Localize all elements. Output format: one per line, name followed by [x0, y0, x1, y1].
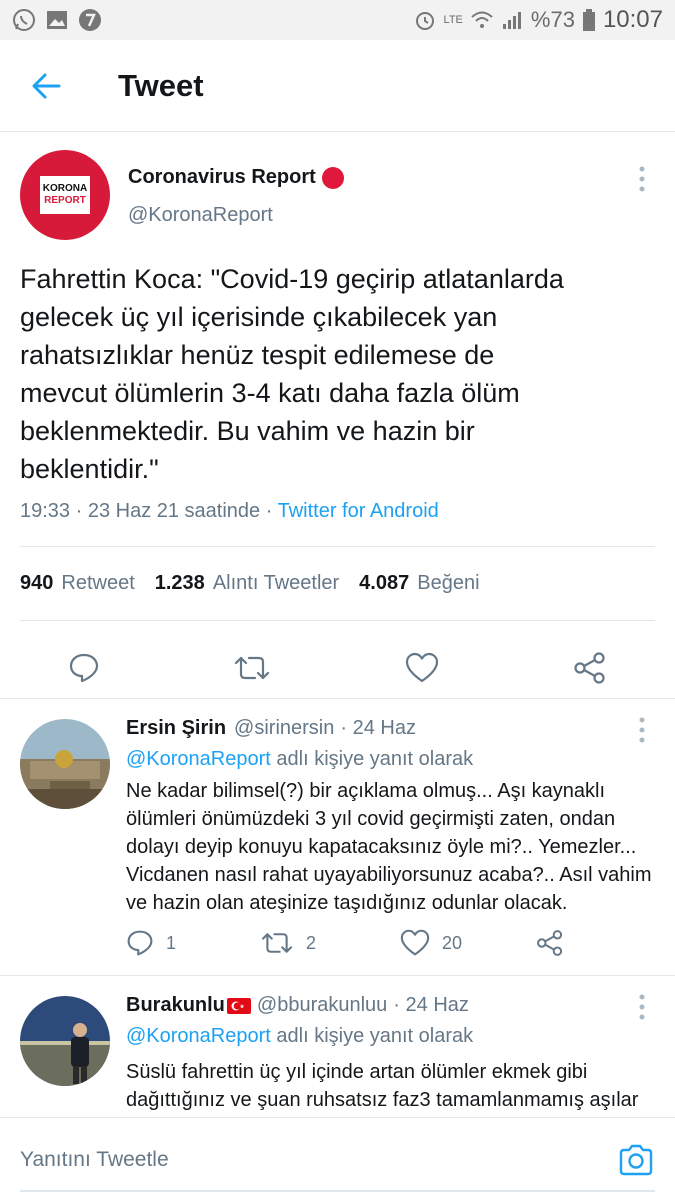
page-title: Tweet — [118, 67, 204, 103]
gallery-icon — [46, 9, 68, 31]
korona-report-logo: KORONA REPORT — [40, 176, 90, 214]
reply-actions: 1 2 20 — [126, 925, 576, 965]
quotes-label: Alıntı Tweetler — [212, 572, 340, 594]
replying-to-suffix: adlı kişiye yanıt olarak — [270, 748, 474, 770]
reply-input[interactable]: Yanıtını Tweetle — [20, 1148, 169, 1172]
top-app-bar: Tweet — [0, 40, 675, 132]
status-bar-left — [12, 8, 102, 32]
reply-mention-link[interactable]: @KoronaReport — [126, 1025, 271, 1047]
heart-icon — [400, 929, 430, 956]
more-vertical-icon — [639, 717, 645, 743]
reply-like-count: 20 — [442, 932, 463, 953]
reply-author-name[interactable]: Ersin Şirin — [126, 717, 226, 740]
reply-reply-count: 1 — [166, 932, 177, 953]
reply-tweet[interactable]: Burakunlu @bburakunluu · 24 Haz @KoronaR… — [0, 976, 675, 1117]
reply-reply-button[interactable]: 1 — [126, 929, 176, 957]
reply-tweet[interactable]: Ersin Şirin @sirinersin · 24 Haz @Korona… — [0, 699, 675, 975]
red-circle-icon — [321, 166, 344, 189]
replying-to: @KoronaReport adlı kişiye yanıt olarak — [126, 1025, 473, 1048]
reply-icon — [127, 930, 153, 956]
tweet-actions — [0, 640, 675, 696]
like-button[interactable] — [402, 648, 442, 688]
retweet-icon — [261, 933, 293, 953]
share-button[interactable] — [570, 648, 610, 688]
reply-text: Ne kadar bilimsel(?) bir açıklama olmuş.… — [126, 780, 652, 914]
reply-header: Ersin Şirin @sirinersin · 24 Haz — [126, 717, 416, 740]
tweet-timestamp: 19:33 · 23 Haz 21 saatinde · — [20, 500, 278, 522]
reply-author-handle[interactable]: @bburakunluu — [257, 994, 387, 1017]
reply-mention-link[interactable]: @KoronaReport — [126, 748, 271, 770]
notification-seven-icon — [78, 8, 102, 32]
volte-icon: LTE — [443, 13, 463, 26]
replying-to-suffix: adlı kişiye yanıt olarak — [270, 1025, 474, 1047]
retweets-count: 940 — [20, 572, 54, 594]
retweet-icon — [234, 656, 270, 680]
reply-header: Burakunlu @bburakunluu · 24 Haz — [126, 994, 469, 1017]
reply-author-name[interactable]: Burakunlu — [126, 994, 225, 1017]
status-bar-right: LTE %73 10:07 — [414, 6, 663, 34]
likes-stat[interactable]: 4.087 Beğeni — [359, 572, 479, 595]
author-name[interactable]: Coronavirus Report — [128, 166, 344, 189]
retweets-label: Retweet — [61, 572, 135, 594]
reply-date: · 24 Haz — [393, 994, 469, 1016]
author-avatar[interactable]: KORONA REPORT — [20, 150, 110, 240]
retweet-button[interactable] — [232, 648, 272, 688]
back-button[interactable] — [16, 56, 76, 116]
avatar-photo — [20, 719, 110, 809]
wifi-icon — [471, 10, 493, 30]
avatar-photo — [20, 996, 110, 1086]
clock: 10:07 — [602, 6, 663, 33]
replying-to: @KoronaReport adlı kişiye yanıt olarak — [126, 748, 473, 771]
reply-avatar[interactable] — [20, 719, 110, 809]
share-icon — [537, 930, 563, 956]
heart-icon — [405, 652, 439, 683]
reply-avatar[interactable] — [20, 996, 110, 1086]
logo-line2: REPORT — [44, 195, 86, 206]
tweet-source-link[interactable]: Twitter for Android — [278, 500, 439, 522]
reply-retweet-count: 2 — [306, 932, 317, 953]
battery-percent: %73 — [530, 7, 575, 32]
tweet-text: Fahrettin Koca: "Covid-19 geçirip atlata… — [20, 264, 564, 484]
reply-button[interactable] — [64, 648, 104, 688]
more-vertical-icon — [639, 994, 645, 1020]
reply-text: Süslü fahrettin üç yıl içinde artan ölüm… — [126, 1061, 639, 1111]
divider — [20, 546, 655, 547]
divider — [20, 620, 655, 621]
reply-icon — [69, 653, 99, 683]
compose-underline — [20, 1190, 655, 1192]
camera-button[interactable] — [612, 1136, 660, 1184]
tweet-stats: 940 Retweet 1.238 Alıntı Tweetler 4.087 … — [20, 572, 480, 595]
logo-line1: KORONA — [42, 183, 88, 194]
reply-date: · 24 Haz — [340, 717, 416, 739]
reply-like-button[interactable]: 20 — [400, 929, 462, 957]
camera-icon — [619, 1144, 653, 1176]
turkey-flag-icon — [226, 997, 251, 1014]
reply-compose-bar: Yanıtını Tweetle — [0, 1117, 675, 1200]
more-vertical-icon — [639, 166, 645, 192]
reply-author-handle[interactable]: @sirinersin — [234, 717, 334, 740]
reply-retweet-button[interactable]: 2 — [260, 929, 316, 957]
whatsapp-icon — [12, 8, 36, 32]
more-options-button[interactable] — [628, 164, 656, 194]
status-bar: LTE %73 10:07 — [0, 0, 675, 40]
signal-icon — [501, 10, 523, 30]
quotes-stat[interactable]: 1.238 Alıntı Tweetler — [155, 572, 339, 595]
tweet-meta: 19:33 · 23 Haz 21 saatinde · Twitter for… — [20, 500, 439, 523]
share-icon — [574, 652, 605, 684]
author-name-text: Coronavirus Report — [128, 166, 316, 188]
network-label: LTE — [443, 13, 463, 26]
reply-share-button[interactable] — [536, 929, 564, 957]
reply-more-button[interactable] — [628, 715, 656, 745]
reply-more-button[interactable] — [628, 992, 656, 1022]
back-arrow-icon — [32, 73, 61, 98]
likes-label: Beğeni — [417, 572, 480, 594]
battery-icon — [582, 9, 595, 31]
author-handle[interactable]: @KoronaReport — [128, 204, 273, 227]
retweets-stat[interactable]: 940 Retweet — [20, 572, 135, 595]
likes-count: 4.087 — [359, 572, 410, 594]
alarm-icon — [414, 9, 436, 31]
quotes-count: 1.238 — [154, 572, 205, 594]
